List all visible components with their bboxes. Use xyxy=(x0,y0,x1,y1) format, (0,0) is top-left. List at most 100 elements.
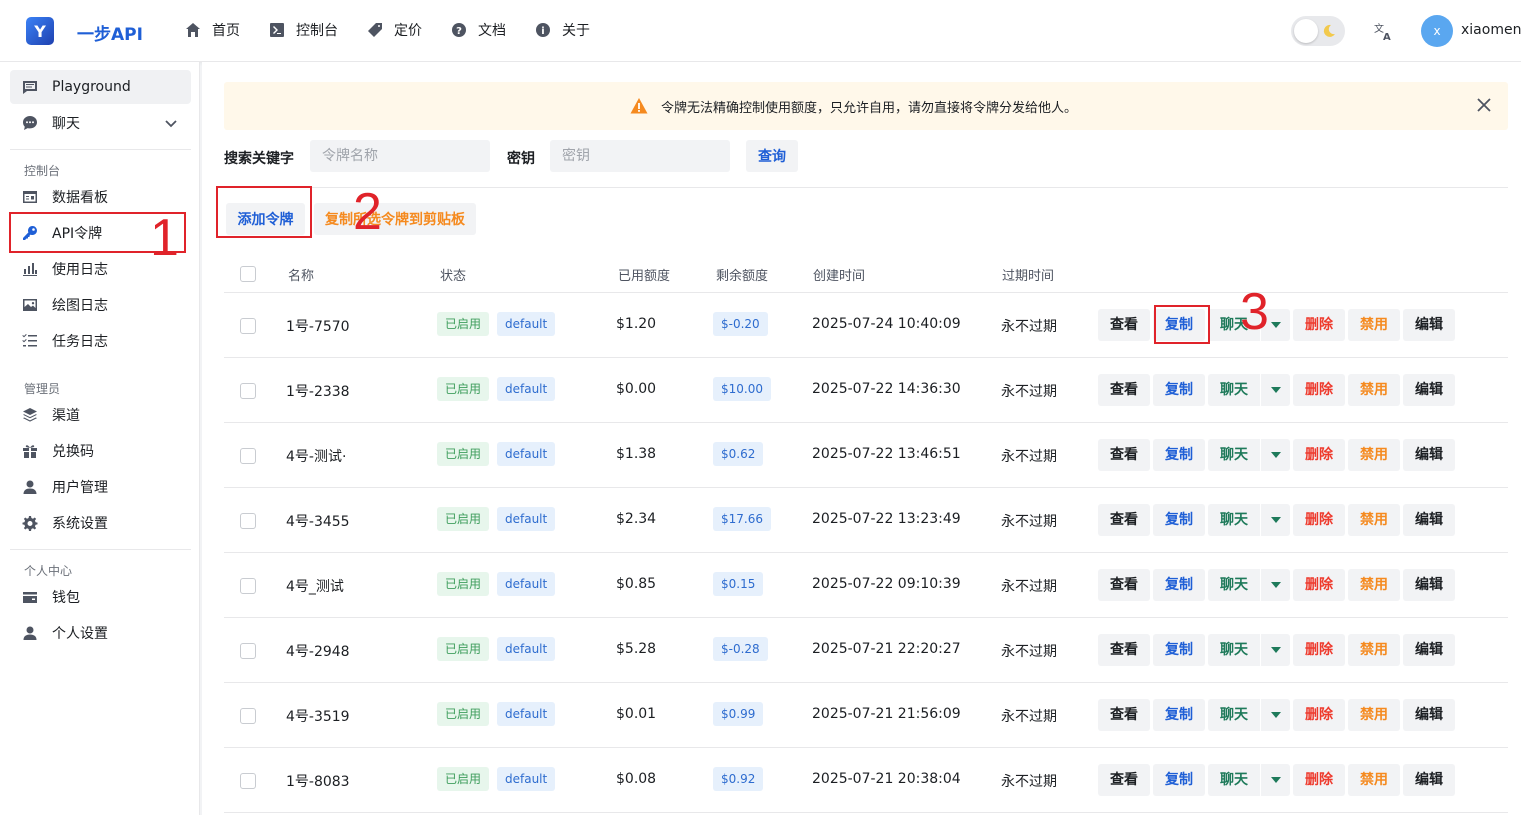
view-button[interactable]: 查看 xyxy=(1098,699,1150,731)
chat-dropdown-button[interactable] xyxy=(1260,504,1290,536)
view-button[interactable]: 查看 xyxy=(1098,634,1150,666)
sidebar-item-label: 聊天 xyxy=(52,116,80,132)
query-button[interactable]: 查询 xyxy=(746,140,798,172)
disable-button[interactable]: 禁用 xyxy=(1348,634,1400,666)
view-button[interactable]: 查看 xyxy=(1098,569,1150,601)
row-checkbox[interactable] xyxy=(240,318,256,334)
edit-button[interactable]: 编辑 xyxy=(1403,764,1455,796)
created-time: 2025-07-22 14:36:30 xyxy=(812,381,961,397)
view-button[interactable]: 查看 xyxy=(1098,439,1150,471)
row-checkbox[interactable] xyxy=(240,448,256,464)
disable-button[interactable]: 禁用 xyxy=(1348,439,1400,471)
delete-button[interactable]: 删除 xyxy=(1293,764,1345,796)
sidebar-item-wallet[interactable]: 钱包 xyxy=(10,580,191,614)
row-checkbox[interactable] xyxy=(240,383,256,399)
nav-about[interactable]: i 关于 xyxy=(535,20,590,40)
sidebar-item-redeem-codes[interactable]: 兑换码 xyxy=(10,434,191,468)
translate-icon[interactable]: 文 A xyxy=(1373,21,1393,41)
chat-dropdown-button[interactable] xyxy=(1260,569,1290,601)
username[interactable]: xiaomeng xyxy=(1461,22,1521,38)
brand-name[interactable]: 一步API xyxy=(77,20,143,45)
theme-toggle[interactable] xyxy=(1291,16,1345,46)
delete-button[interactable]: 删除 xyxy=(1293,634,1345,666)
chat-dropdown-button[interactable] xyxy=(1260,439,1290,471)
sidebar-item-personal-settings[interactable]: 个人设置 xyxy=(10,616,191,650)
chat-dropdown-button[interactable] xyxy=(1260,634,1290,666)
disable-button[interactable]: 禁用 xyxy=(1348,374,1400,406)
copy-button[interactable]: 复制 xyxy=(1153,504,1205,536)
view-button[interactable]: 查看 xyxy=(1098,504,1150,536)
sidebar-item-system-settings[interactable]: 系统设置 xyxy=(10,506,191,540)
disable-button[interactable]: 禁用 xyxy=(1348,569,1400,601)
sidebar-item-label: 绘图日志 xyxy=(52,298,108,314)
view-button[interactable]: 查看 xyxy=(1098,374,1150,406)
chat-button[interactable]: 聊天 xyxy=(1208,764,1260,796)
avatar[interactable]: x xyxy=(1421,15,1453,47)
chat-button[interactable]: 聊天 xyxy=(1208,569,1260,601)
delete-button[interactable]: 删除 xyxy=(1293,309,1345,341)
main-content: 令牌无法精确控制使用额度，只允许自用，请勿直接将令牌分发给他人。 搜索关键字 密… xyxy=(202,62,1521,815)
copy-button[interactable]: 复制 xyxy=(1153,374,1205,406)
edit-button[interactable]: 编辑 xyxy=(1403,439,1455,471)
delete-button[interactable]: 删除 xyxy=(1293,569,1345,601)
copy-selected-button[interactable]: 复制所选令牌到剪贴板 xyxy=(314,203,476,235)
edit-button[interactable]: 编辑 xyxy=(1403,504,1455,536)
delete-button[interactable]: 删除 xyxy=(1293,374,1345,406)
row-checkbox[interactable] xyxy=(240,773,256,789)
disable-button[interactable]: 禁用 xyxy=(1348,504,1400,536)
row-checkbox[interactable] xyxy=(240,643,256,659)
copy-button[interactable]: 复制 xyxy=(1153,569,1205,601)
select-all-checkbox[interactable] xyxy=(240,266,256,282)
chat-dropdown-button[interactable] xyxy=(1260,764,1290,796)
delete-button[interactable]: 删除 xyxy=(1293,504,1345,536)
delete-button[interactable]: 删除 xyxy=(1293,439,1345,471)
view-button[interactable]: 查看 xyxy=(1098,309,1150,341)
row-checkbox[interactable] xyxy=(240,513,256,529)
key-input[interactable] xyxy=(550,140,730,172)
chat-button[interactable]: 聊天 xyxy=(1208,634,1260,666)
sidebar-item-playground[interactable]: Playground xyxy=(10,70,191,104)
chat-button[interactable]: 聊天 xyxy=(1208,374,1260,406)
chat-button[interactable]: 聊天 xyxy=(1208,504,1260,536)
annotation-number-1: 1 xyxy=(150,209,179,267)
group-badge: default xyxy=(497,312,556,336)
remaining-quota-badge: $10.00 xyxy=(713,377,771,401)
token-name-input[interactable] xyxy=(310,140,490,172)
expire-time: 永不过期 xyxy=(1001,319,1057,335)
sidebar-item-task-log[interactable]: 任务日志 xyxy=(10,324,191,358)
chat-dropdown-button[interactable] xyxy=(1260,699,1290,731)
sidebar-item-user-management[interactable]: 用户管理 xyxy=(10,470,191,504)
chat-button[interactable]: 聊天 xyxy=(1208,699,1260,731)
view-button[interactable]: 查看 xyxy=(1098,764,1150,796)
copy-button[interactable]: 复制 xyxy=(1153,764,1205,796)
nav-pricing[interactable]: 定价 xyxy=(367,20,422,40)
sidebar-item-chat[interactable]: 聊天 xyxy=(10,106,191,140)
edit-button[interactable]: 编辑 xyxy=(1403,374,1455,406)
edit-button[interactable]: 编辑 xyxy=(1403,309,1455,341)
sidebar-item-drawing-log[interactable]: 绘图日志 xyxy=(10,288,191,322)
nav-docs[interactable]: ? 文档 xyxy=(451,20,506,40)
disable-button[interactable]: 禁用 xyxy=(1348,699,1400,731)
disable-button[interactable]: 禁用 xyxy=(1348,309,1400,341)
gear-icon xyxy=(22,516,38,531)
edit-button[interactable]: 编辑 xyxy=(1403,634,1455,666)
remaining-quota-badge: $0.99 xyxy=(713,702,764,726)
row-checkbox[interactable] xyxy=(240,708,256,724)
chat-dropdown-button[interactable] xyxy=(1260,374,1290,406)
chat-button[interactable]: 聊天 xyxy=(1208,439,1260,471)
used-quota: $0.85 xyxy=(616,576,657,592)
copy-button[interactable]: 复制 xyxy=(1153,439,1205,471)
disable-button[interactable]: 禁用 xyxy=(1348,764,1400,796)
nav-home[interactable]: 首页 xyxy=(185,20,240,40)
nav-console[interactable]: 控制台 xyxy=(269,20,338,40)
edit-button[interactable]: 编辑 xyxy=(1403,569,1455,601)
row-checkbox[interactable] xyxy=(240,578,256,594)
home-icon xyxy=(186,23,200,37)
sidebar-item-channels[interactable]: 渠道 xyxy=(10,398,191,432)
delete-button[interactable]: 删除 xyxy=(1293,699,1345,731)
copy-button[interactable]: 复制 xyxy=(1153,699,1205,731)
close-icon[interactable] xyxy=(1477,98,1491,112)
copy-button[interactable]: 复制 xyxy=(1153,634,1205,666)
logo[interactable]: Y xyxy=(26,17,54,45)
edit-button[interactable]: 编辑 xyxy=(1403,699,1455,731)
